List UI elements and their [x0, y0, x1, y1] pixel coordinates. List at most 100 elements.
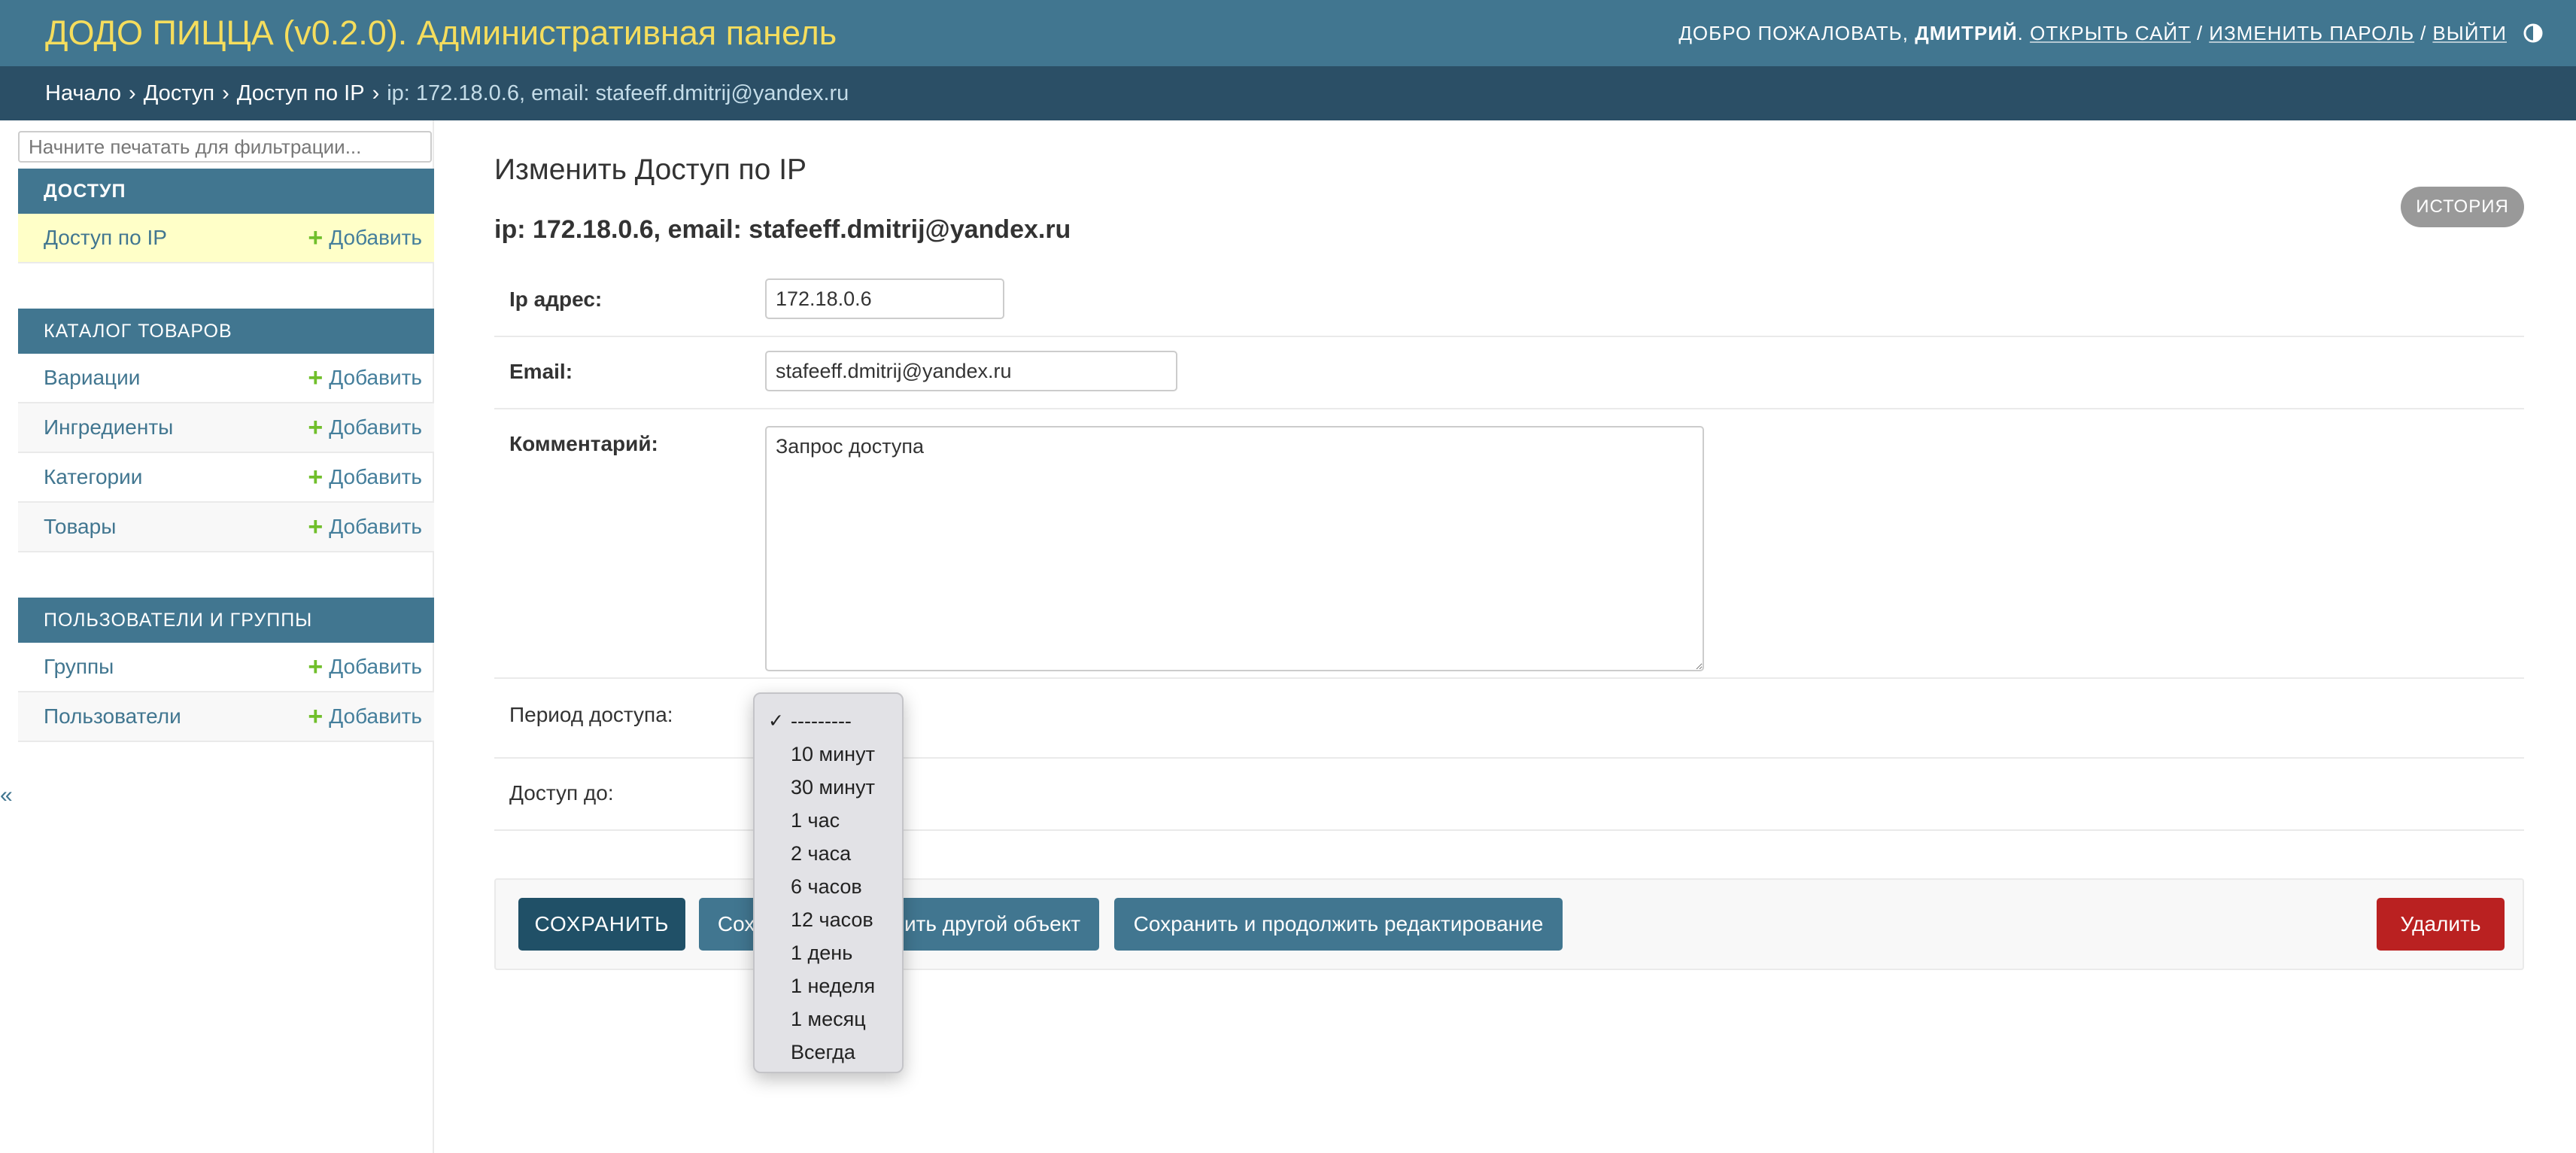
- add-button[interactable]: + Добавить: [308, 654, 422, 680]
- delete-button[interactable]: Удалить: [2377, 898, 2505, 951]
- logout-link[interactable]: ВЫЙТИ: [2432, 22, 2507, 45]
- sidebar-item-categories: Категории + Добавить: [18, 453, 434, 503]
- email-field[interactable]: [765, 351, 1177, 391]
- comment-label: Комментарий:: [509, 432, 658, 455]
- module-caption[interactable]: Каталог товаров: [18, 309, 434, 354]
- breadcrumb-app[interactable]: Доступ: [144, 81, 214, 106]
- form-row-email: Email:: [494, 337, 2524, 409]
- header: ДОДО ПИЦЦА (v0.2.0). Административная па…: [0, 0, 2576, 66]
- add-label: Добавить: [329, 415, 422, 439]
- until-label: Доступ до:: [509, 781, 614, 805]
- sidebar-item-ip-access: Доступ по IP + Добавить: [18, 214, 434, 263]
- comment-textarea[interactable]: Запрос доступа: [765, 426, 1704, 671]
- option-label: 12 часов: [791, 908, 873, 931]
- breadcrumb-model[interactable]: Доступ по IP: [237, 81, 365, 106]
- option-label: 6 часов: [791, 875, 862, 898]
- welcome-text: ДОБРО ПОЖАЛОВАТЬ,: [1678, 21, 1909, 44]
- sidebar-item-label[interactable]: Вариации: [44, 366, 140, 390]
- ip-label: Ip адрес:: [509, 287, 603, 311]
- option-label: 1 неделя: [791, 975, 876, 997]
- breadcrumb-current: ip: 172.18.0.6, email: stafeeff.dmitrij@…: [387, 81, 849, 105]
- option-label: 1 день: [791, 942, 853, 964]
- sidebar-item-label[interactable]: Категории: [44, 465, 142, 489]
- add-label: Добавить: [329, 515, 422, 538]
- checkmark-icon: ✓: [768, 710, 784, 732]
- plus-icon: +: [308, 224, 324, 252]
- site-title[interactable]: ДОДО ПИЦЦА (v0.2.0). Административная па…: [45, 14, 837, 53]
- module-caption[interactable]: Доступ: [18, 169, 434, 214]
- select-option[interactable]: ✓ ---------: [755, 704, 902, 738]
- sidebar-item-users: Пользователи + Добавить: [18, 692, 434, 742]
- select-option[interactable]: 30 минут: [755, 771, 902, 804]
- breadcrumb: Начало › Доступ › Доступ по IP › ip: 172…: [0, 66, 2576, 120]
- add-button[interactable]: + Добавить: [308, 225, 422, 251]
- select-option[interactable]: 12 часов: [755, 903, 902, 936]
- plus-icon: +: [308, 463, 324, 491]
- save-and-continue-button[interactable]: Сохранить и продолжить редактирование: [1114, 898, 1563, 951]
- ip-address-input[interactable]: [765, 278, 1004, 319]
- sidebar-item-ingredients: Ингредиенты + Добавить: [18, 403, 434, 453]
- select-option[interactable]: Всегда: [755, 1036, 902, 1069]
- select-option[interactable]: 6 часов: [755, 870, 902, 903]
- add-button[interactable]: + Добавить: [308, 415, 422, 440]
- module-caption[interactable]: Пользователи и группы: [18, 598, 434, 643]
- option-label: 1 месяц: [791, 1008, 866, 1030]
- option-label: ---------: [791, 710, 852, 732]
- plus-icon: +: [308, 653, 324, 681]
- theme-toggle-icon[interactable]: [2523, 23, 2543, 43]
- module-users-groups: Пользователи и группы Группы + Добавить П…: [18, 598, 434, 742]
- option-label: Всегда: [791, 1041, 855, 1063]
- sidebar-item-label[interactable]: Ингредиенты: [44, 415, 173, 440]
- sidebar: Доступ Доступ по IP +Добавить Каталог то…: [18, 120, 434, 1153]
- module-access: Доступ Доступ по IP + Добавить: [18, 169, 434, 263]
- add-button[interactable]: + Добавить: [308, 464, 422, 490]
- option-label: 2 часа: [791, 842, 852, 865]
- sidebar-item-label[interactable]: Доступ по IP: [44, 226, 167, 250]
- form-row-comment: Комментарий: Запрос доступа: [494, 409, 2524, 679]
- plus-icon: +: [308, 513, 324, 541]
- add-label: Добавить: [329, 465, 422, 488]
- breadcrumb-home[interactable]: Начало: [45, 81, 121, 106]
- sidebar-item-label[interactable]: Пользователи: [44, 704, 181, 729]
- history-button[interactable]: ИСТОРИЯ: [2401, 187, 2524, 227]
- module-catalog: Каталог товаров Вариации + Добавить Ингре…: [18, 309, 434, 552]
- select-option[interactable]: 10 минут: [755, 738, 902, 771]
- select-option[interactable]: 1 месяц: [755, 1002, 902, 1036]
- sidebar-item-label[interactable]: Группы: [44, 655, 114, 679]
- add-button[interactable]: + Добавить: [308, 514, 422, 540]
- sidebar-item-variations: Вариации + Добавить: [18, 354, 434, 403]
- select-option[interactable]: 1 неделя: [755, 969, 902, 1002]
- add-button[interactable]: + Добавить: [308, 704, 422, 729]
- option-label: 30 минут: [791, 776, 875, 799]
- plus-icon: +: [308, 364, 324, 392]
- user-tools: ДОБРО ПОЖАЛОВАТЬ, ДМИТРИЙ. ОТКРЫТЬ САЙТ …: [1678, 22, 2543, 45]
- breadcrumb-separator: ›: [372, 81, 380, 105]
- sidebar-collapse-toggle[interactable]: «: [0, 783, 13, 808]
- separator: /: [2197, 21, 2204, 44]
- nav-filter-input[interactable]: [18, 131, 432, 163]
- select-option[interactable]: 2 часа: [755, 837, 902, 870]
- option-label: 1 час: [791, 809, 840, 832]
- sidebar-item-label[interactable]: Товары: [44, 515, 116, 539]
- page-title: Изменить Доступ по IP: [494, 154, 807, 186]
- form-row-ip: Ip адрес:: [494, 263, 2524, 337]
- period-select-dropdown[interactable]: ✓ --------- 10 минут 30 минут 1 час 2 час…: [753, 692, 904, 1073]
- add-button[interactable]: + Добавить: [308, 365, 422, 391]
- save-button[interactable]: СОХРАНИТЬ: [518, 898, 685, 951]
- separator: /: [2420, 21, 2427, 44]
- change-password-link[interactable]: ИЗМЕНИТЬ ПАРОЛЬ: [2209, 22, 2414, 45]
- sidebar-item-products: Товары + Добавить: [18, 503, 434, 552]
- email-label: Email:: [509, 360, 573, 383]
- view-site-link[interactable]: ОТКРЫТЬ САЙТ: [2030, 22, 2191, 45]
- select-option[interactable]: 1 час: [755, 804, 902, 837]
- breadcrumb-separator: ›: [222, 81, 229, 105]
- period-label: Период доступа:: [509, 703, 673, 726]
- add-label: Добавить: [329, 655, 422, 678]
- sidebar-item-groups: Группы + Добавить: [18, 643, 434, 692]
- username: ДМИТРИЙ: [1915, 21, 2018, 44]
- breadcrumb-separator: ›: [129, 81, 136, 105]
- add-label: Добавить: [329, 704, 422, 728]
- option-label: 10 минут: [791, 743, 875, 765]
- select-option[interactable]: 1 день: [755, 936, 902, 969]
- object-title: ip: 172.18.0.6, email: stafeeff.dmitrij@…: [494, 215, 1071, 244]
